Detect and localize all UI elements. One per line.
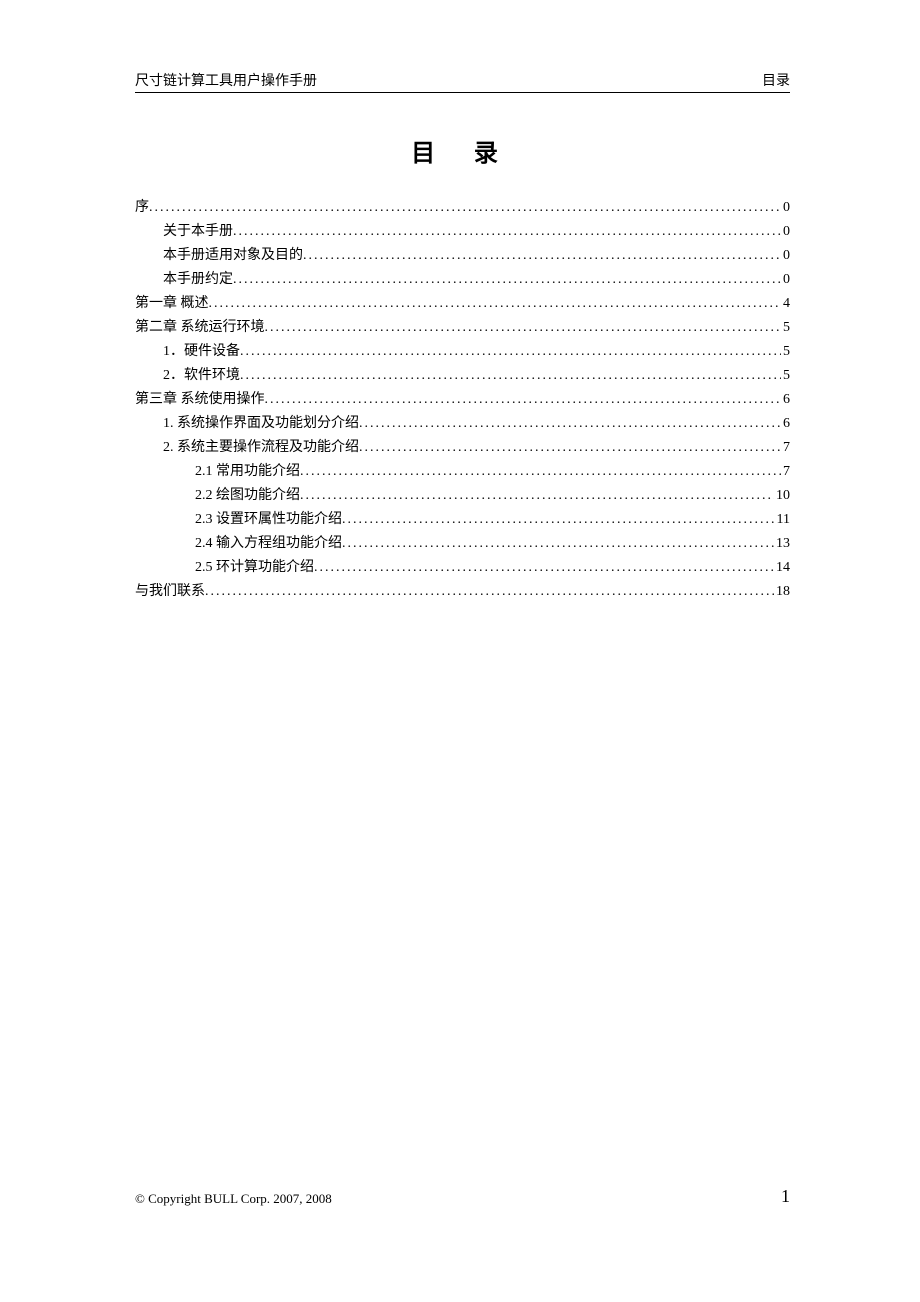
toc-leader-dots (205, 580, 774, 604)
toc-entry-label: 第一章 概述 (135, 292, 209, 316)
toc-leader-dots (240, 340, 781, 364)
toc-entry[interactable]: 关于本手册 0 (135, 220, 790, 244)
toc-entry[interactable]: 2.4 输入方程组功能介绍 13 (135, 532, 790, 556)
toc-entry-label: 本手册适用对象及目的 (163, 244, 303, 268)
toc-entry[interactable]: 第二章 系统运行环境 5 (135, 316, 790, 340)
page-header: 尺寸链计算工具用户操作手册 目录 (135, 70, 790, 93)
toc-entry[interactable]: 1．硬件设备 5 (135, 340, 790, 364)
toc-entry-label: 2．软件环境 (163, 364, 240, 388)
toc-entry-page: 0 (781, 220, 790, 244)
toc-leader-dots (209, 292, 782, 316)
toc-entry-label: 本手册约定 (163, 268, 233, 292)
toc-entry[interactable]: 1. 系统操作界面及功能划分介绍 6 (135, 412, 790, 436)
document-page: 尺寸链计算工具用户操作手册 目录 目 录 序0关于本手册0本手册适用对象及目的0… (0, 0, 920, 604)
toc-entry-page: 5 (781, 364, 790, 388)
toc-entry-label: 与我们联系 (135, 580, 205, 604)
copyright-text: © Copyright BULL Corp. 2007, 2008 (135, 1191, 332, 1207)
table-of-contents: 序0关于本手册0本手册适用对象及目的0本手册约定0第一章 概述4第二章 系统运行… (135, 196, 790, 604)
toc-entry-page: 7 (781, 460, 790, 484)
toc-entry-page: 13 (774, 532, 790, 556)
toc-entry-page: 0 (781, 196, 790, 220)
toc-entry-page: 5 (781, 340, 790, 364)
toc-entry[interactable]: 本手册适用对象及目的 0 (135, 244, 790, 268)
toc-leader-dots (149, 196, 781, 220)
toc-entry-label: 序 (135, 196, 149, 220)
toc-entry[interactable]: 与我们联系 18 (135, 580, 790, 604)
toc-leader-dots (342, 508, 775, 532)
toc-entry-page: 10 (774, 484, 790, 508)
toc-entry-page: 6 (781, 412, 790, 436)
toc-entry[interactable]: 2.1 常用功能介绍 7 (135, 460, 790, 484)
toc-entry-page: 0 (781, 268, 790, 292)
toc-entry-label: 第三章 系统使用操作 (135, 388, 265, 412)
toc-entry[interactable]: 序0 (135, 196, 790, 220)
page-number: 1 (781, 1186, 790, 1207)
toc-entry-label: 2.4 输入方程组功能介绍 (195, 532, 342, 556)
toc-leader-dots (300, 460, 781, 484)
toc-leader-dots (233, 220, 781, 244)
toc-leader-dots (359, 412, 781, 436)
toc-leader-dots (240, 364, 781, 388)
toc-entry[interactable]: 2．软件环境 5 (135, 364, 790, 388)
header-right-section: 目录 (762, 70, 790, 90)
toc-entry-label: 2. 系统主要操作流程及功能介绍 (163, 436, 359, 460)
toc-entry[interactable]: 2.2 绘图功能介绍 10 (135, 484, 790, 508)
toc-entry[interactable]: 2.3 设置环属性功能介绍 11 (135, 508, 790, 532)
toc-entry-page: 0 (781, 244, 790, 268)
toc-entry[interactable]: 2.5 环计算功能介绍 14 (135, 556, 790, 580)
toc-leader-dots (314, 556, 774, 580)
page-footer: © Copyright BULL Corp. 2007, 2008 1 (135, 1186, 790, 1207)
toc-entry-label: 2.1 常用功能介绍 (195, 460, 300, 484)
toc-entry[interactable]: 本手册约定 0 (135, 268, 790, 292)
toc-leader-dots (233, 268, 781, 292)
toc-leader-dots (265, 316, 782, 340)
toc-leader-dots (359, 436, 781, 460)
toc-entry[interactable]: 第三章 系统使用操作 6 (135, 388, 790, 412)
toc-entry-page: 7 (781, 436, 790, 460)
toc-entry-page: 6 (781, 388, 790, 412)
toc-entry-label: 关于本手册 (163, 220, 233, 244)
toc-entry-page: 5 (781, 316, 790, 340)
header-left-title: 尺寸链计算工具用户操作手册 (135, 70, 317, 90)
toc-entry-label: 1．硬件设备 (163, 340, 240, 364)
toc-entry[interactable]: 2. 系统主要操作流程及功能介绍 7 (135, 436, 790, 460)
toc-leader-dots (342, 532, 774, 556)
toc-entry[interactable]: 第一章 概述 4 (135, 292, 790, 316)
toc-leader-dots (300, 484, 774, 508)
toc-entry-page: 14 (774, 556, 790, 580)
toc-entry-label: 1. 系统操作界面及功能划分介绍 (163, 412, 359, 436)
toc-entry-page: 4 (781, 292, 790, 316)
toc-title: 目 录 (135, 133, 790, 168)
toc-entry-page: 18 (774, 580, 790, 604)
toc-entry-page: 11 (775, 508, 790, 532)
toc-entry-label: 2.5 环计算功能介绍 (195, 556, 314, 580)
toc-entry-label: 第二章 系统运行环境 (135, 316, 265, 340)
toc-leader-dots (303, 244, 781, 268)
toc-entry-label: 2.2 绘图功能介绍 (195, 484, 300, 508)
toc-leader-dots (265, 388, 782, 412)
toc-entry-label: 2.3 设置环属性功能介绍 (195, 508, 342, 532)
